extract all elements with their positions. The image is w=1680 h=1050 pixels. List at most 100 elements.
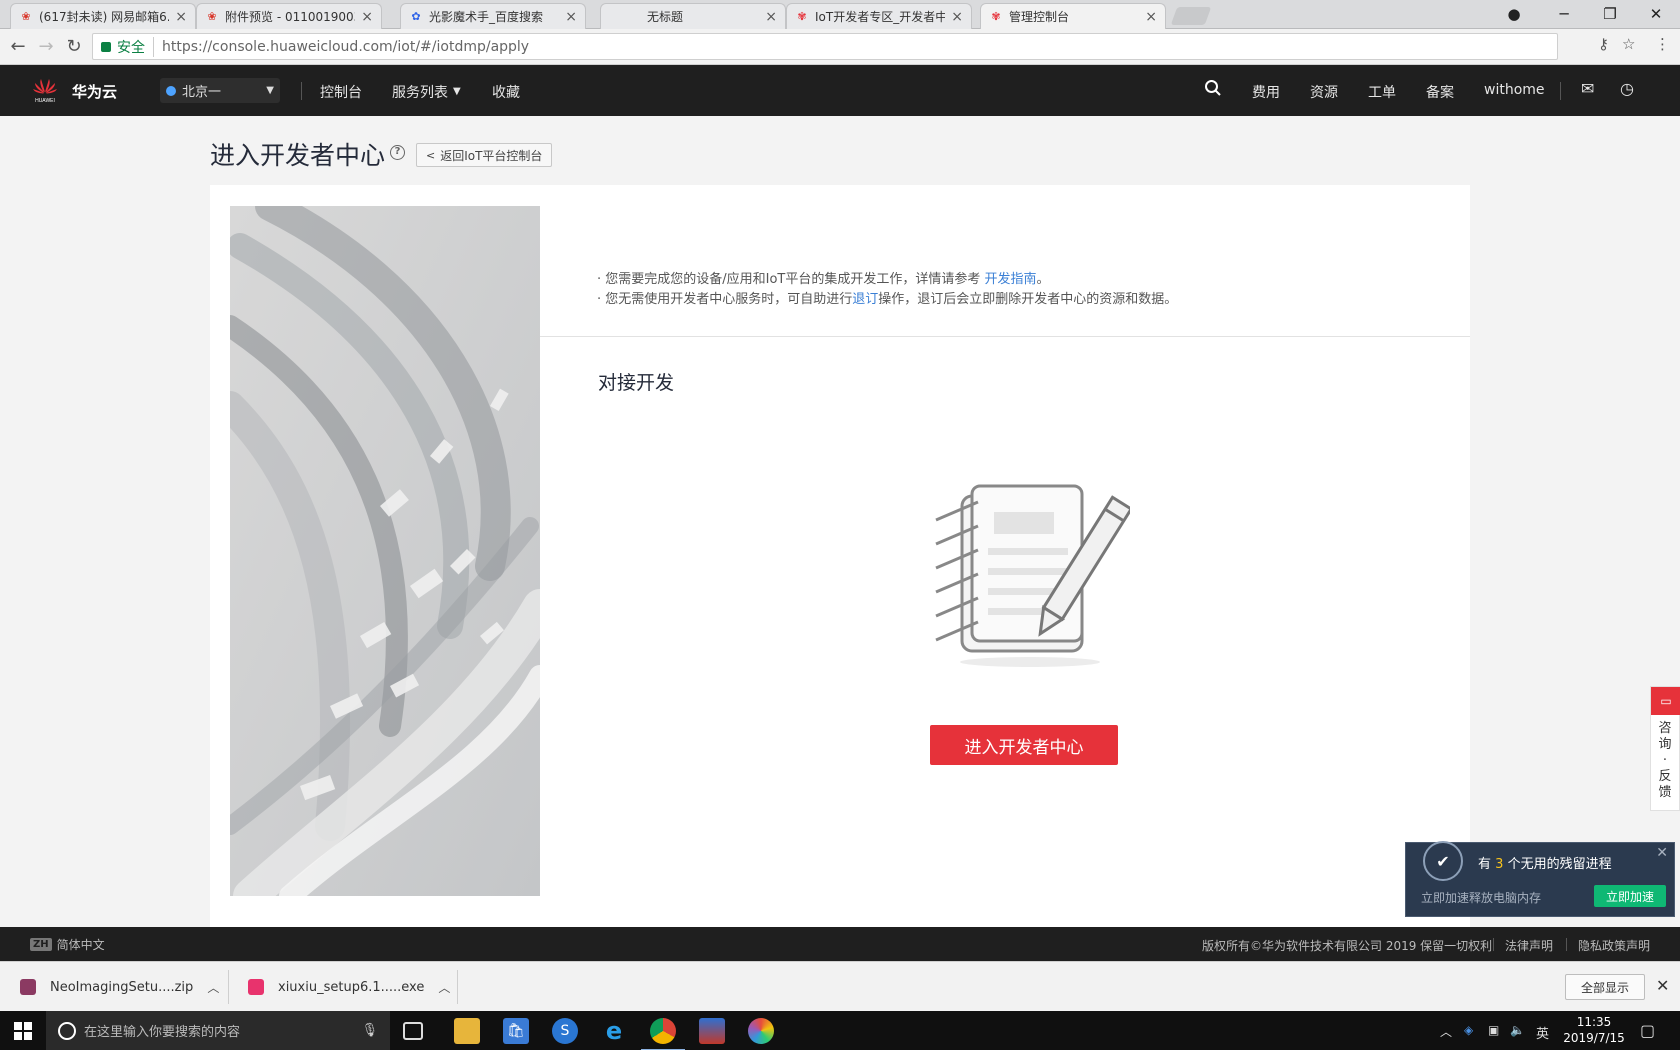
back-arrow-icon[interactable]: ←: [7, 37, 29, 59]
legal-notice-link[interactable]: 法律声明: [1505, 937, 1553, 954]
reload-icon[interactable]: ↻: [63, 37, 85, 59]
windows-start-icon[interactable]: [14, 1022, 32, 1040]
privacy-policy-link[interactable]: 隐私政策声明: [1578, 937, 1650, 954]
location-pin-icon: [166, 85, 176, 96]
browser-tab-console[interactable]: ✾ 管理控制台 ×: [980, 3, 1166, 29]
task-view-icon[interactable]: [403, 1022, 423, 1040]
nav-divider: [301, 82, 302, 100]
popup-subtitle: 立即加速释放电脑内存: [1421, 891, 1542, 905]
exe-file-icon: [248, 979, 264, 995]
color-wheel-app-icon[interactable]: [748, 1018, 774, 1044]
browser-tab-iot-developer[interactable]: ✾ IoT开发者专区_开发者中心 ×: [786, 3, 972, 29]
nav-tickets[interactable]: 工单: [1368, 82, 1396, 102]
browser-tab-strip: ❀ (617封未读) 网易邮箱6.0 × ❀ 附件预览 - 0110019003…: [0, 0, 1680, 29]
store-icon[interactable]: 🛍: [503, 1018, 529, 1044]
clock-icon[interactable]: ◷: [1620, 79, 1634, 98]
browser-tab-untitled[interactable]: 无标题 ×: [600, 3, 786, 29]
nav-divider: [1560, 82, 1561, 100]
profile-icon[interactable]: ●: [1492, 0, 1536, 28]
chevron-left-icon: <: [426, 148, 436, 162]
forward-arrow-icon[interactable]: →: [35, 37, 57, 59]
sogou-icon[interactable]: S: [552, 1018, 578, 1044]
close-icon[interactable]: ×: [175, 9, 187, 25]
help-icon[interactable]: ?: [390, 145, 405, 160]
unsubscribe-link[interactable]: 退订: [852, 292, 878, 307]
browser-tab-mail-inbox[interactable]: ❀ (617封未读) 网易邮箱6.0 ×: [10, 3, 196, 29]
search-icon[interactable]: [1204, 79, 1222, 101]
chevron-down-icon[interactable]: ▼: [453, 86, 461, 97]
language-label: 简体中文: [56, 938, 105, 952]
restore-icon[interactable]: ❐: [1588, 0, 1632, 28]
close-icon[interactable]: ×: [565, 9, 577, 25]
chevron-up-icon[interactable]: ︿: [1440, 1023, 1452, 1040]
nav-icp-filing[interactable]: 备案: [1426, 82, 1454, 102]
network-icon[interactable]: ▣: [1488, 1023, 1499, 1037]
nav-resources[interactable]: 资源: [1310, 82, 1338, 102]
winrar-icon[interactable]: [699, 1018, 725, 1044]
window-close-icon[interactable]: ✕: [1634, 0, 1678, 28]
microphone-icon[interactable]: 🎙: [361, 1023, 378, 1038]
close-icon[interactable]: ×: [765, 9, 777, 25]
decorative-paper-swirl-image: [230, 206, 540, 896]
url-input[interactable]: 安全 https://console.huaweicloud.com/iot/#…: [92, 33, 1558, 60]
dev-guide-note: · 您需要完成您的设备/应用和IoT平台的集成开发工作，详情请参考 开发指南。: [597, 272, 1050, 287]
nav-service-list[interactable]: 服务列表: [392, 82, 448, 102]
bookmark-star-icon[interactable]: ☆: [1622, 35, 1635, 53]
language-badge: ZH: [30, 938, 52, 951]
language-switcher[interactable]: ZH 简体中文: [30, 936, 105, 953]
mail-icon[interactable]: ✉: [1581, 79, 1594, 98]
volume-muted-icon[interactable]: 🔈: [1510, 1023, 1525, 1037]
notification-center-icon[interactable]: ▢: [1640, 1021, 1655, 1040]
show-all-downloads-button[interactable]: 全部显示: [1565, 974, 1645, 1000]
speed-up-button[interactable]: 立即加速: [1594, 885, 1666, 907]
back-to-iot-console-button[interactable]: < 返回IoT平台控制台: [416, 143, 552, 167]
nav-favorites[interactable]: 收藏: [492, 82, 520, 102]
chrome-icon[interactable]: [641, 1018, 685, 1050]
close-icon[interactable]: ✕: [1656, 845, 1668, 861]
close-icon[interactable]: ✕: [1656, 976, 1669, 995]
baidu-icon: ✿: [411, 9, 421, 23]
security-shield-icon[interactable]: ◈: [1464, 1023, 1473, 1037]
console-top-nav: HUAWEI 华为云 北京一 ▼ 控制台 服务列表 ▼ 收藏 费用 资源 工单 …: [0, 65, 1680, 116]
close-icon[interactable]: ×: [1145, 9, 1157, 25]
download-filename: NeoImagingSetu....zip: [50, 979, 194, 995]
browser-tab-attachment-preview[interactable]: ❀ 附件预览 - 01100190037 ×: [196, 3, 382, 29]
nav-console[interactable]: 控制台: [320, 82, 362, 102]
url-host: https://console.huaweicloud.com: [162, 38, 393, 55]
chevron-up-icon[interactable]: ︿: [438, 979, 450, 996]
region-selector[interactable]: 北京一 ▼: [160, 78, 280, 103]
browser-menu-icon[interactable]: ⋮: [1655, 35, 1670, 53]
file-explorer-icon[interactable]: [454, 1018, 480, 1044]
huawei-icon: ✾: [991, 9, 1001, 23]
back-button-label: 返回IoT平台控制台: [440, 148, 543, 163]
residual-process-popup: ✔ 有 3 个无用的残留进程 立即加速释放电脑内存 立即加速 ✕: [1405, 841, 1675, 917]
chevron-up-icon[interactable]: ︿: [207, 979, 219, 996]
lock-icon: [101, 41, 111, 52]
huawei-logo-icon[interactable]: HUAWEI: [30, 75, 60, 105]
taskbar-search-placeholder: 在这里输入你要搜索的内容: [84, 1025, 241, 1040]
close-icon[interactable]: ×: [951, 9, 963, 25]
brand-name[interactable]: 华为云: [72, 81, 117, 102]
process-count: 3: [1495, 857, 1504, 872]
download-divider: [228, 970, 229, 1004]
system-clock[interactable]: 11:35 2019/7/15: [1558, 1014, 1630, 1046]
logo-wordmark: HUAWEI: [35, 98, 55, 104]
page-footer: ZH 简体中文 版权所有©华为软件技术有限公司 2019 保留一切权利 法律声明…: [0, 927, 1680, 961]
close-icon[interactable]: ×: [361, 9, 373, 25]
dev-guide-link[interactable]: 开发指南: [985, 272, 1037, 287]
browser-tab-baidu-search[interactable]: ✿ 光影魔术手_百度搜索 ×: [400, 3, 586, 29]
nav-billing[interactable]: 费用: [1252, 82, 1280, 102]
ime-indicator[interactable]: 英: [1536, 1023, 1549, 1042]
enter-developer-center-button[interactable]: 进入开发者中心: [930, 725, 1118, 765]
download-item-xiuxiu[interactable]: xiuxiu_setup6.1.....exe ︿: [248, 962, 450, 1012]
download-divider: [457, 970, 458, 1004]
new-tab-button[interactable]: [1170, 7, 1212, 25]
consult-feedback-tab[interactable]: ▭ 咨询·反馈: [1650, 686, 1680, 811]
minimize-icon[interactable]: ─: [1542, 0, 1586, 28]
ie-browser-icon[interactable]: e: [601, 1017, 627, 1045]
download-item-neoimaging[interactable]: NeoImagingSetu....zip ︿: [20, 962, 219, 1012]
taskbar-search-box[interactable]: 在这里输入你要搜索的内容 🎙: [46, 1011, 390, 1050]
user-menu[interactable]: withome: [1484, 82, 1545, 98]
download-filename: xiuxiu_setup6.1.....exe: [278, 979, 425, 995]
key-icon[interactable]: ⚷: [1598, 35, 1609, 53]
